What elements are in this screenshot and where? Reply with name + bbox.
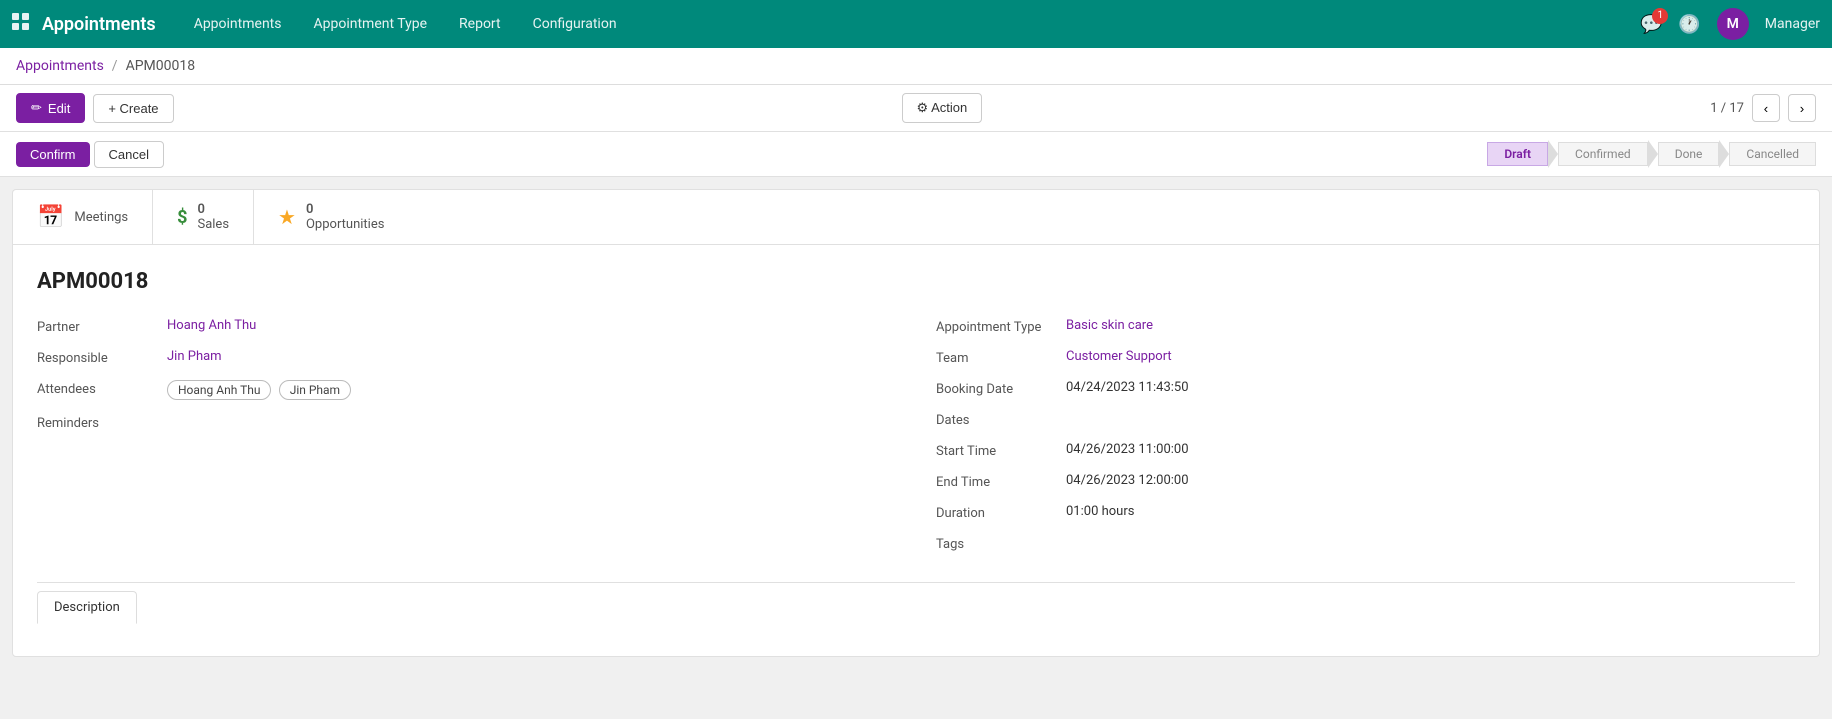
booking-date-label: Booking Date	[936, 380, 1066, 397]
attendees-label: Attendees	[37, 380, 167, 397]
partner-value[interactable]: Hoang Anh Thu	[167, 318, 256, 333]
end-time-label: End Time	[936, 473, 1066, 490]
field-responsible: Responsible Jin Pham	[37, 349, 896, 366]
field-booking-date: Booking Date 04/24/2023 11:43:50	[936, 380, 1795, 397]
meetings-label: Meetings	[74, 210, 128, 225]
form-section: Partner Hoang Anh Thu Responsible Jin Ph…	[37, 318, 1795, 566]
pagination: 1 / 17 ‹ ›	[1710, 94, 1816, 122]
cancel-button[interactable]: Cancel	[94, 141, 164, 168]
team-label: Team	[936, 349, 1066, 366]
field-duration: Duration 01:00 hours	[936, 504, 1795, 521]
pipeline-step-confirmed[interactable]: Confirmed	[1558, 142, 1648, 166]
edit-icon: ✏	[31, 100, 42, 116]
status-pipeline: Draft Confirmed Done Cancelled	[1487, 140, 1816, 168]
tags-label: Tags	[936, 535, 1066, 552]
form-col-right: Appointment Type Basic skin care Team Cu…	[936, 318, 1795, 566]
status-bar: Confirm Cancel Draft Confirmed Done Canc…	[0, 132, 1832, 177]
user-avatar[interactable]: M	[1717, 8, 1749, 40]
field-dates: Dates	[936, 411, 1795, 428]
user-name[interactable]: Manager	[1765, 16, 1820, 32]
start-time-label: Start Time	[936, 442, 1066, 459]
field-tags: Tags	[936, 535, 1795, 552]
sales-label: Sales	[197, 217, 229, 232]
nav-right: 💬 1 🕐 M Manager	[1640, 8, 1820, 40]
nav-links: Appointments Appointment Type Report Con…	[180, 10, 1640, 38]
record-title: APM00018	[37, 269, 1795, 294]
breadcrumb-parent[interactable]: Appointments	[16, 58, 104, 74]
attendee-tag-1[interactable]: Hoang Anh Thu	[167, 380, 271, 400]
create-button[interactable]: + Create	[93, 94, 173, 123]
pipeline-arrow-1	[1548, 140, 1558, 168]
stat-sales[interactable]: $ 0 Sales	[153, 190, 254, 244]
sales-icon: $	[177, 207, 187, 228]
toolbar: ✏ Edit + Create ⚙ Action 1 / 17 ‹ ›	[0, 85, 1832, 132]
pagination-label: 1 / 17	[1710, 101, 1744, 116]
nav-link-appointment-type[interactable]: Appointment Type	[299, 10, 441, 38]
opportunities-value: 0	[306, 202, 384, 217]
stat-opportunities[interactable]: ★ 0 Opportunities	[254, 190, 408, 244]
notification-badge: 1	[1652, 8, 1668, 24]
pipeline-step-draft[interactable]: Draft	[1487, 142, 1548, 166]
opportunities-icon: ★	[278, 205, 296, 229]
app-title: Appointments	[42, 14, 156, 35]
edit-button[interactable]: ✏ Edit	[16, 93, 85, 123]
top-nav: Appointments Appointments Appointment Ty…	[0, 0, 1832, 48]
notifications-icon[interactable]: 💬 1	[1640, 14, 1662, 35]
app-grid-icon[interactable]	[12, 13, 30, 35]
field-attendees: Attendees Hoang Anh Thu Jin Pham	[37, 380, 896, 400]
pagination-prev[interactable]: ‹	[1752, 94, 1780, 122]
meetings-icon: 📅	[37, 205, 64, 230]
field-partner: Partner Hoang Anh Thu	[37, 318, 896, 335]
field-end-time: End Time 04/26/2023 12:00:00	[936, 473, 1795, 490]
main-content: 📅 Meetings $ 0 Sales ★ 0 Opportunities A…	[0, 177, 1832, 669]
clock-icon[interactable]: 🕐	[1678, 14, 1700, 35]
breadcrumb-current: APM00018	[126, 58, 196, 74]
responsible-value[interactable]: Jin Pham	[167, 349, 222, 364]
tab-description[interactable]: Description	[37, 591, 137, 624]
partner-label: Partner	[37, 318, 167, 335]
responsible-label: Responsible	[37, 349, 167, 366]
field-start-time: Start Time 04/26/2023 11:00:00	[936, 442, 1795, 459]
dates-label: Dates	[936, 411, 1066, 428]
nav-link-report[interactable]: Report	[445, 10, 515, 38]
sales-value: 0	[197, 202, 229, 217]
breadcrumb: Appointments / APM00018	[0, 48, 1832, 85]
duration-value: 01:00 hours	[1066, 504, 1134, 519]
duration-label: Duration	[936, 504, 1066, 521]
team-value[interactable]: Customer Support	[1066, 349, 1172, 364]
form-col-left: Partner Hoang Anh Thu Responsible Jin Ph…	[37, 318, 896, 566]
start-time-value: 04/26/2023 11:00:00	[1066, 442, 1189, 457]
appointment-type-value[interactable]: Basic skin care	[1066, 318, 1153, 333]
opportunities-label: Opportunities	[306, 217, 384, 232]
field-team: Team Customer Support	[936, 349, 1795, 366]
tabs-bar: Description	[37, 582, 1795, 624]
appointment-type-label: Appointment Type	[936, 318, 1066, 335]
booking-date-value: 04/24/2023 11:43:50	[1066, 380, 1189, 395]
attendee-tag-2[interactable]: Jin Pham	[279, 380, 351, 400]
pipeline-step-cancelled[interactable]: Cancelled	[1729, 142, 1816, 166]
stat-meetings[interactable]: 📅 Meetings	[13, 190, 153, 244]
stat-bar: 📅 Meetings $ 0 Sales ★ 0 Opportunities	[12, 189, 1820, 244]
pipeline-step-done[interactable]: Done	[1658, 142, 1720, 166]
field-appointment-type: Appointment Type Basic skin care	[936, 318, 1795, 335]
form-card: APM00018 Partner Hoang Anh Thu Responsib…	[12, 244, 1820, 657]
pipeline-arrow-2	[1648, 140, 1658, 168]
pipeline-arrow-3	[1719, 140, 1729, 168]
action-button[interactable]: ⚙ Action	[902, 93, 983, 123]
end-time-value: 04/26/2023 12:00:00	[1066, 473, 1189, 488]
nav-link-configuration[interactable]: Configuration	[519, 10, 631, 38]
nav-link-appointments[interactable]: Appointments	[180, 10, 296, 38]
confirm-button[interactable]: Confirm	[16, 142, 90, 167]
pagination-next[interactable]: ›	[1788, 94, 1816, 122]
breadcrumb-separator: /	[112, 58, 118, 74]
attendees-value: Hoang Anh Thu Jin Pham	[167, 380, 355, 400]
field-reminders: Reminders	[37, 414, 896, 431]
reminders-label: Reminders	[37, 414, 167, 431]
